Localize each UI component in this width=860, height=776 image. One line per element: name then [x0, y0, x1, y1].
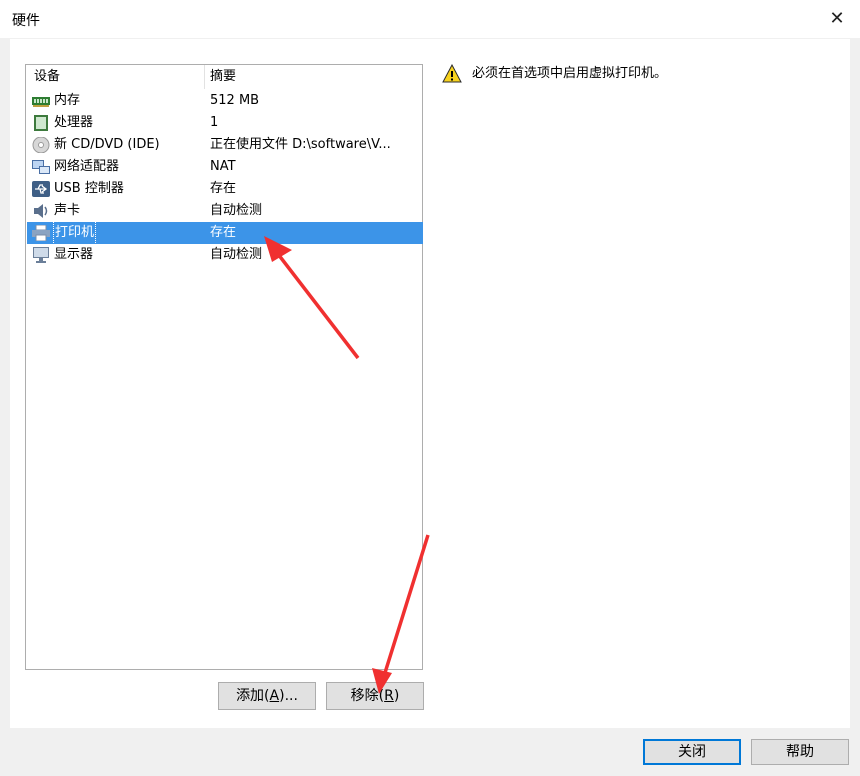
device-row-memory[interactable]: 内存 512 MB	[27, 90, 423, 112]
device-summary: 正在使用文件 D:\software\V...	[210, 137, 391, 152]
device-summary: 自动检测	[210, 203, 263, 218]
device-row-network-adapter[interactable]: 网络适配器 NAT	[27, 156, 423, 178]
info-message-text: 必须在首选项中启用虚拟打印机。	[472, 66, 668, 81]
memory-icon	[32, 97, 50, 107]
device-name: USB 控制器	[54, 181, 124, 196]
device-name: 打印机	[52, 221, 97, 245]
device-row-printer[interactable]: 打印机 存在	[27, 221, 423, 245]
warning-icon	[442, 64, 462, 83]
device-list[interactable]: 设备 摘要 内存 512 MB 处理器 1 新 CD/DVD (IDE) 正在使…	[25, 64, 423, 670]
device-row-cd-dvd[interactable]: 新 CD/DVD (IDE) 正在使用文件 D:\software\V...	[27, 134, 423, 156]
device-row-usb-controller[interactable]: USB 控制器 存在	[27, 178, 423, 200]
network-adapter-icon	[32, 160, 50, 174]
column-header-device[interactable]: 设备	[34, 65, 60, 89]
help-button[interactable]: 帮助	[751, 739, 849, 765]
speaker-icon	[34, 204, 48, 218]
device-row-display[interactable]: 显示器 自动检测	[27, 244, 423, 266]
device-summary: 512 MB	[210, 93, 260, 108]
device-summary: 存在	[210, 225, 237, 240]
device-name: 网络适配器	[54, 159, 120, 174]
device-name: 处理器	[54, 115, 94, 130]
device-summary: 自动检测	[210, 247, 263, 262]
column-separator	[204, 65, 205, 89]
usb-icon	[32, 181, 50, 197]
processor-icon	[34, 115, 48, 131]
device-row-processor[interactable]: 处理器 1	[27, 112, 423, 134]
window-title: 硬件	[12, 13, 40, 29]
close-icon[interactable]: ✕	[826, 8, 848, 30]
device-name: 新 CD/DVD (IDE)	[54, 137, 160, 152]
device-row-sound-card[interactable]: 声卡 自动检测	[27, 200, 423, 222]
column-header-summary[interactable]: 摘要	[210, 65, 236, 89]
add-button[interactable]: 添加(A)...	[218, 682, 316, 710]
printer-icon	[32, 225, 50, 241]
device-name: 显示器	[54, 247, 94, 262]
cd-dvd-icon	[32, 137, 50, 153]
device-summary: 1	[210, 115, 219, 130]
monitor-icon	[33, 247, 49, 263]
device-name: 内存	[54, 93, 81, 108]
title-bar: 硬件 ✕	[0, 0, 860, 38]
close-button[interactable]: 关闭	[643, 739, 741, 765]
device-summary: 存在	[210, 181, 237, 196]
device-name: 声卡	[54, 203, 81, 218]
remove-button[interactable]: 移除(R)	[326, 682, 424, 710]
device-summary: NAT	[210, 159, 236, 174]
